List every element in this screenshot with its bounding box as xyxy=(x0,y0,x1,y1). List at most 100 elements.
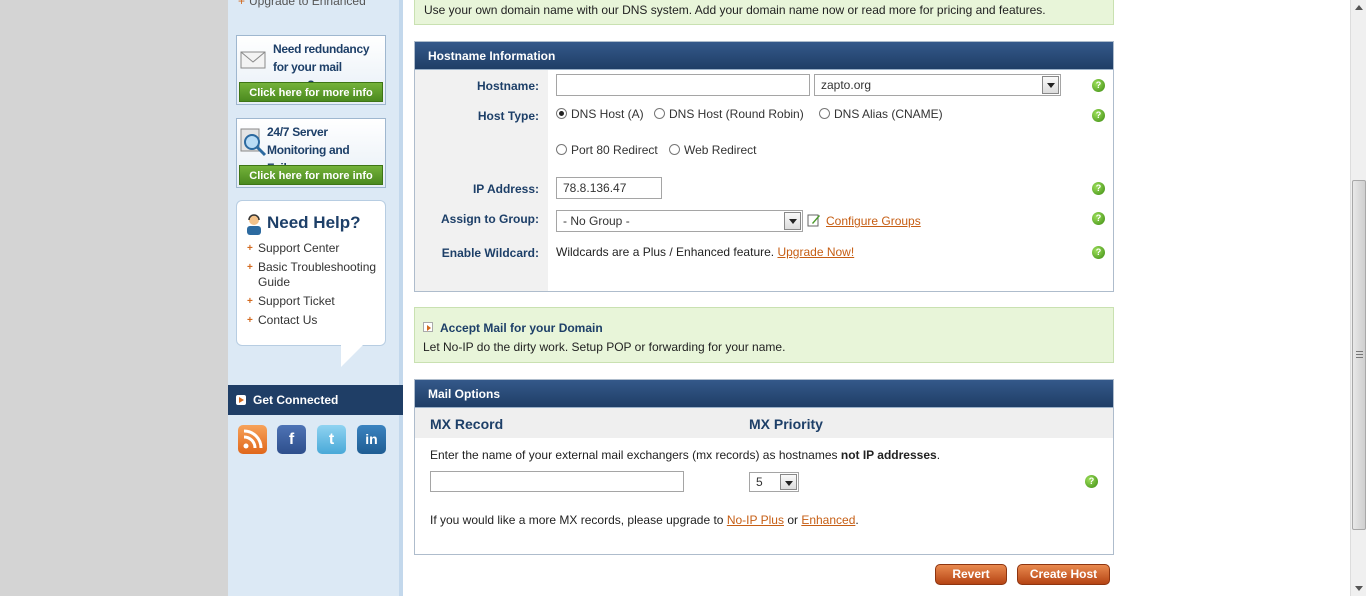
scroll-up-arrow-icon[interactable] xyxy=(1351,0,1366,16)
help-links: Support Center Basic Troubleshooting Gui… xyxy=(247,241,387,332)
need-help-box: Need Help? Support Center Basic Troubles… xyxy=(236,200,387,367)
radio-dns-round-robin[interactable]: DNS Host (Round Robin) xyxy=(654,107,804,121)
radio-icon[interactable] xyxy=(556,144,567,155)
mx-upgrade-note: If you would like a more MX records, ple… xyxy=(430,513,859,527)
accept-mail-title[interactable]: Accept Mail for your Domain xyxy=(440,321,603,335)
mx-upgrade-text: If you would like a more MX records, ple… xyxy=(430,513,724,527)
wildcard-info: Wildcards are a Plus / Enhanced feature.… xyxy=(556,245,854,259)
promo-mail-redundancy[interactable]: Need redundancy for your mail server? Cl… xyxy=(236,35,386,105)
get-connected-header: Get Connected xyxy=(228,385,403,415)
radio-label: Port 80 Redirect xyxy=(571,143,658,157)
radio-label: Web Redirect xyxy=(684,143,757,157)
mx-instructions-end: . xyxy=(936,448,941,462)
mail-options-title: Mail Options xyxy=(415,380,1113,408)
period-text: . xyxy=(855,513,859,527)
rss-icon[interactable] xyxy=(238,425,267,454)
support-agent-icon xyxy=(247,214,261,235)
envelope-icon xyxy=(240,51,266,69)
facebook-icon[interactable]: f xyxy=(277,425,306,454)
get-connected-label: Get Connected xyxy=(253,393,339,407)
speech-tail xyxy=(341,345,363,367)
help-link-troubleshooting[interactable]: Basic Troubleshooting Guide xyxy=(247,260,387,290)
enhanced-link[interactable]: Enhanced xyxy=(801,513,855,527)
edit-icon[interactable] xyxy=(807,213,821,227)
dns-notice: Use your own domain name with our DNS sy… xyxy=(414,0,1114,25)
help-link-contact-us[interactable]: Contact Us xyxy=(247,313,387,328)
help-icon[interactable]: ? xyxy=(1092,109,1105,122)
help-icon[interactable]: ? xyxy=(1085,475,1098,488)
radio-icon[interactable] xyxy=(819,108,830,119)
hostname-input[interactable] xyxy=(556,74,810,96)
mx-priority-header: MX Priority xyxy=(749,416,823,432)
mx-header-row: MX Record MX Priority xyxy=(415,408,1113,438)
page: + Upgrade to Enhanced Need redundancy for… xyxy=(228,0,1350,596)
chevron-down-icon[interactable] xyxy=(784,212,801,230)
revert-button[interactable]: Revert xyxy=(935,564,1007,585)
enable-wildcard-label: Enable Wildcard: xyxy=(441,246,539,260)
or-text: or xyxy=(787,513,798,527)
radio-port-80-redirect[interactable]: Port 80 Redirect xyxy=(556,143,658,157)
dns-notice-text: Use your own domain name with our DNS sy… xyxy=(424,3,1046,17)
create-host-button[interactable]: Create Host xyxy=(1017,564,1110,585)
help-icon[interactable]: ? xyxy=(1092,182,1105,195)
grip-icon xyxy=(1356,351,1363,358)
hostname-panel: Hostname Information Hostname: zapto.org… xyxy=(414,41,1114,292)
promo-more-info-button[interactable]: Click here for more info xyxy=(239,82,383,102)
ip-address-label: IP Address: xyxy=(472,182,539,196)
arrow-icon xyxy=(236,395,246,405)
vertical-scrollbar[interactable] xyxy=(1350,0,1366,596)
chevron-down-icon[interactable] xyxy=(1042,76,1059,94)
mx-priority-select[interactable]: 5 xyxy=(749,472,799,492)
radio-icon[interactable] xyxy=(654,108,665,119)
group-select[interactable]: - No Group - xyxy=(556,210,803,232)
mx-record-input[interactable] xyxy=(430,471,684,492)
wildcard-text: Wildcards are a Plus / Enhanced feature. xyxy=(556,245,775,259)
accept-mail-box: Accept Mail for your Domain Let No-IP do… xyxy=(414,307,1114,363)
help-link-support-ticket[interactable]: Support Ticket xyxy=(247,294,387,309)
radio-label: DNS Alias (CNAME) xyxy=(834,107,943,121)
linkedin-icon[interactable]: in xyxy=(357,425,386,454)
help-icon[interactable]: ? xyxy=(1092,79,1105,92)
radio-dns-alias[interactable]: DNS Alias (CNAME) xyxy=(819,107,943,121)
hostname-panel-title: Hostname Information xyxy=(415,42,1113,70)
host-type-label: Host Type: xyxy=(477,109,539,123)
radio-web-redirect[interactable]: Web Redirect xyxy=(669,143,756,157)
bullet-icon: + xyxy=(238,0,246,8)
radio-label: DNS Host (A) xyxy=(571,107,644,121)
mx-instructions-bold: not IP addresses xyxy=(840,448,937,462)
mx-instructions-text: Enter the name of your external mail exc… xyxy=(430,448,838,462)
upgrade-enhanced-label: Upgrade to Enhanced xyxy=(249,0,366,8)
upgrade-now-link[interactable]: Upgrade Now! xyxy=(777,245,854,259)
ip-address-input[interactable] xyxy=(556,177,662,199)
radio-icon[interactable] xyxy=(669,144,680,155)
group-selected-value: - No Group - xyxy=(563,214,630,228)
no-ip-plus-link[interactable]: No-IP Plus xyxy=(727,513,784,527)
hostname-label: Hostname: xyxy=(476,79,539,93)
help-icon[interactable]: ? xyxy=(1092,212,1105,225)
assign-group-label: Assign to Group: xyxy=(441,212,539,226)
scroll-thumb[interactable] xyxy=(1352,180,1366,530)
mx-record-header: MX Record xyxy=(430,416,504,432)
configure-groups-link[interactable]: Configure Groups xyxy=(826,214,921,228)
radio-selected-icon[interactable] xyxy=(556,108,567,119)
radio-label: DNS Host (Round Robin) xyxy=(669,107,804,121)
mx-priority-value: 5 xyxy=(756,475,763,489)
radio-dns-host-a[interactable]: DNS Host (A) xyxy=(556,107,644,121)
upgrade-enhanced-link[interactable]: + Upgrade to Enhanced xyxy=(238,0,366,8)
need-help-title: Need Help? xyxy=(267,213,361,232)
help-link-support-center[interactable]: Support Center xyxy=(247,241,387,256)
arrow-icon xyxy=(423,322,433,332)
chevron-down-icon[interactable] xyxy=(780,474,797,490)
accept-mail-text: Let No-IP do the dirty work. Setup POP o… xyxy=(423,340,786,354)
scroll-down-arrow-icon[interactable] xyxy=(1351,580,1366,596)
domain-select[interactable]: zapto.org xyxy=(814,74,1061,96)
help-icon[interactable]: ? xyxy=(1092,246,1105,259)
promo-more-info-button[interactable]: Click here for more info xyxy=(239,165,383,185)
main-content: Use your own domain name with our DNS sy… xyxy=(414,0,1114,596)
twitter-icon[interactable]: t xyxy=(317,425,346,454)
mail-options-panel: Mail Options MX Record MX Priority Enter… xyxy=(414,379,1114,555)
domain-selected-value: zapto.org xyxy=(821,78,872,92)
promo-server-monitoring[interactable]: 24/7 Server Monitoring and Failover Clic… xyxy=(236,118,386,188)
mx-instructions: Enter the name of your external mail exc… xyxy=(430,448,940,462)
magnifier-icon xyxy=(240,128,267,157)
